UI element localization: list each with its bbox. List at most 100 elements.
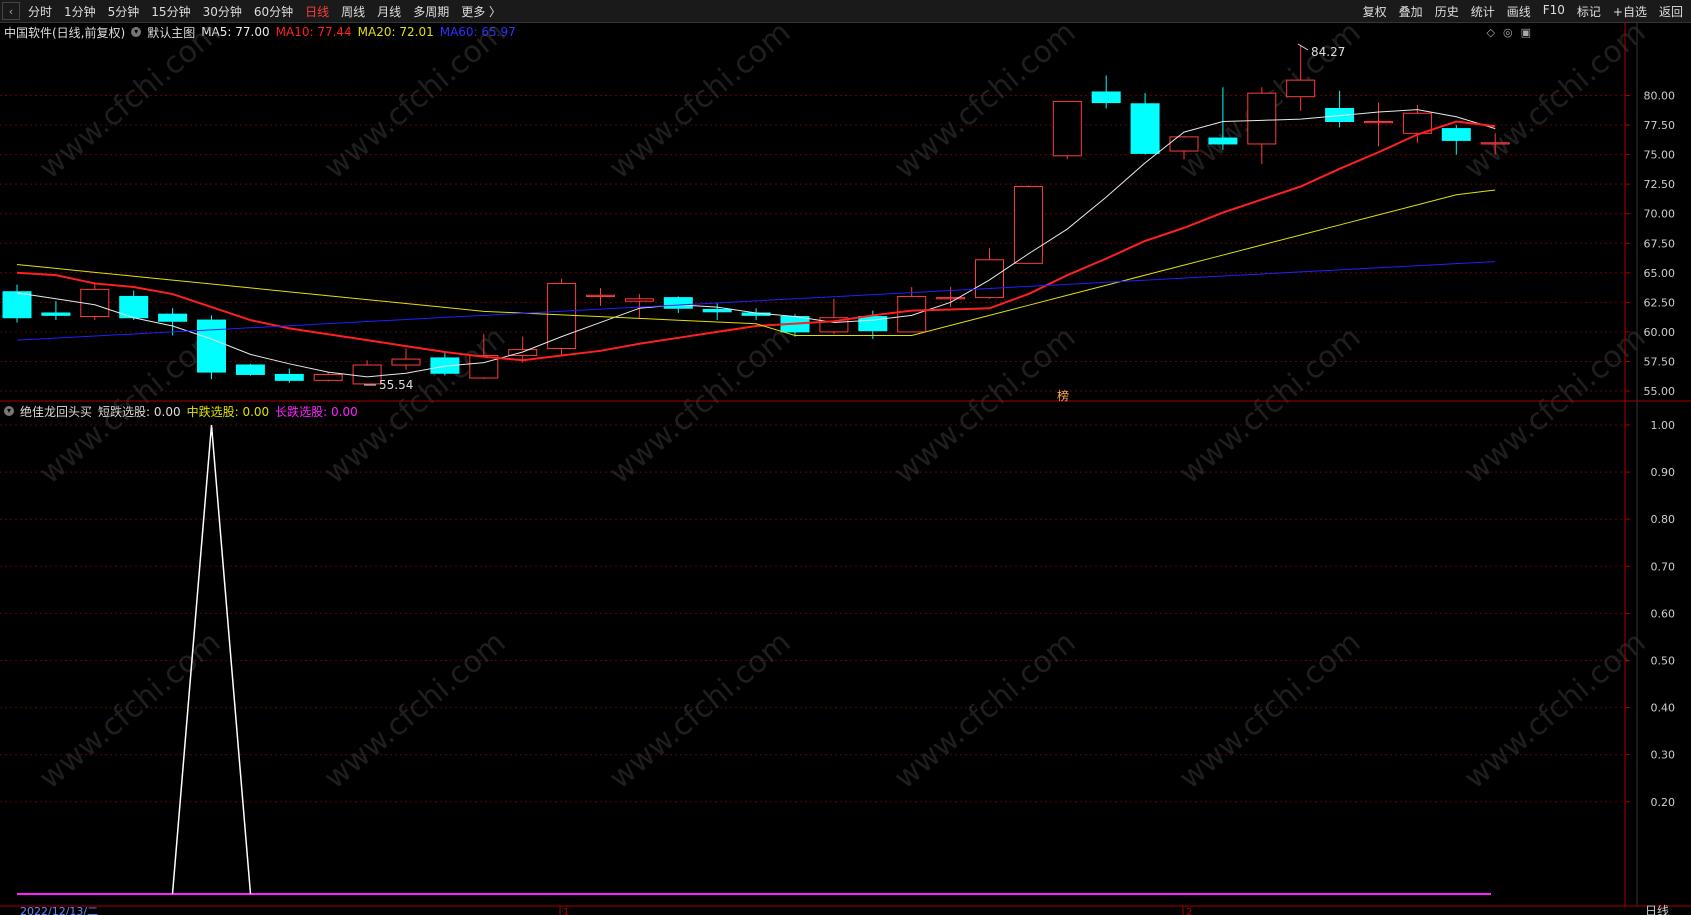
candle-body[interactable] — [975, 259, 1004, 299]
month-mark: 1 — [563, 907, 569, 915]
panel-icon[interactable]: ▣ — [1521, 26, 1531, 39]
main-chart-legend: 中国软件(日线,前复权) ▾ 默认主图 MA5: 77.00 MA10: 77.… — [4, 24, 522, 40]
candle-body[interactable] — [741, 312, 771, 316]
stock-title[interactable]: 中国软件(日线,前复权) — [4, 24, 125, 41]
toolbar-button-3[interactable]: 统计 — [1465, 3, 1501, 20]
watermark-text: www.cfchi.com — [603, 15, 798, 186]
watermark-text: www.cfchi.com — [603, 625, 798, 796]
y-tick-label: 62.50 — [1644, 296, 1676, 309]
period-tab-8[interactable]: 月线 — [371, 3, 407, 20]
period-tab-9[interactable]: 多周期 — [407, 3, 455, 20]
candle-body[interactable] — [819, 317, 849, 333]
period-tab-6[interactable]: 日线 — [299, 3, 335, 20]
candle-body[interactable] — [1130, 103, 1160, 154]
y-tick-label: 65.00 — [1644, 267, 1676, 280]
candle-body[interactable] — [858, 316, 888, 332]
candle-body[interactable] — [780, 316, 810, 333]
toolbar-button-4[interactable]: 画线 — [1501, 3, 1537, 20]
period-tab-7[interactable]: 周线 — [335, 3, 371, 20]
candle-body[interactable] — [1013, 186, 1043, 264]
candle-body[interactable] — [936, 297, 966, 300]
ma20-label: MA20: 72.01 — [357, 25, 434, 39]
candle-body[interactable] — [274, 373, 304, 381]
candle-body[interactable] — [197, 319, 226, 373]
toolbar-button-8[interactable]: 返回 — [1653, 3, 1689, 20]
y-tick-label: 0.30 — [1651, 749, 1676, 762]
candle-body[interactable] — [897, 295, 927, 333]
toggle-icon[interactable]: ▾ — [4, 406, 14, 416]
candle-body[interactable] — [430, 357, 460, 374]
candle-body[interactable] — [469, 355, 499, 379]
toolbar-button-2[interactable]: 历史 — [1429, 3, 1465, 20]
candle-body[interactable] — [1480, 142, 1510, 145]
period-tab-2[interactable]: 5分钟 — [102, 3, 146, 20]
candle-body[interactable] — [313, 373, 343, 381]
candle-body[interactable] — [1325, 108, 1355, 123]
period-tabs: ‹ 分时 1分钟 5分钟 15分钟 30分钟 60分钟 日线 周线 月线 多周期 更多 〉 — [0, 0, 507, 22]
ma20-line — [16, 189, 1496, 336]
toolbar-button-7[interactable]: +自选 — [1607, 3, 1653, 20]
candle-body[interactable] — [586, 294, 615, 297]
candle-body[interactable] — [508, 349, 538, 357]
candle-body[interactable] — [2, 291, 32, 319]
y-tick-label: 67.50 — [1644, 237, 1676, 250]
chart-corner-controls: ◇ ◎ ▣ — [1487, 26, 1531, 39]
y-tick-label: 0.90 — [1651, 466, 1676, 479]
y-tick-label: 77.50 — [1644, 119, 1676, 132]
watermark-text: www.cfchi.com — [1458, 625, 1653, 796]
period-tab-0[interactable]: 分时 — [22, 3, 58, 20]
indicator-name[interactable]: 默认主图 — [147, 24, 195, 41]
back-arrow-icon[interactable]: ‹ — [2, 2, 20, 20]
kline-chart[interactable]: www.cfchi.com www.cfchi.com www.cfchi.com w… — [0, 0, 1691, 915]
candle-body[interactable] — [41, 312, 71, 316]
period-tab-3[interactable]: 15分钟 — [145, 3, 196, 20]
short-value: 短跌选股: 0.00 — [98, 404, 181, 419]
candle-body[interactable] — [391, 358, 421, 366]
sub-indicator-name[interactable]: 绝佳龙回头买 — [20, 403, 92, 420]
candle-body[interactable] — [1052, 100, 1082, 157]
period-tab-5[interactable]: 60分钟 — [248, 3, 299, 20]
watermark-text: www.cfchi.com — [1173, 15, 1368, 186]
toggle-icon[interactable]: ▾ — [131, 27, 142, 37]
candle-body[interactable] — [119, 295, 149, 319]
watermark-text: www.cfchi.com — [888, 625, 1083, 796]
candle-body[interactable] — [352, 364, 382, 385]
y-tick-label: 55.00 — [1644, 385, 1676, 398]
board-marker[interactable]: 榜 — [1057, 388, 1069, 403]
candle-body[interactable] — [1169, 136, 1199, 152]
month-mark: 2 — [1186, 907, 1192, 915]
candle-body[interactable] — [702, 308, 732, 313]
candle-body[interactable] — [235, 364, 265, 375]
toolbar-button-1[interactable]: 叠加 — [1393, 3, 1429, 20]
right-toolbar: 复权 叠加 历史 统计 画线 F10 标记 +自选 返回 — [1357, 0, 1689, 22]
bottom-date: 2022/12/13/二 — [20, 905, 98, 915]
y-tick-label: 70.00 — [1644, 208, 1676, 221]
candle-body[interactable] — [80, 288, 110, 318]
y-tick-label: 0.20 — [1651, 796, 1676, 809]
y-tick-label: 0.80 — [1651, 513, 1676, 526]
candle-body[interactable] — [1286, 79, 1316, 98]
candle-body[interactable] — [547, 282, 577, 349]
candle-body[interactable] — [1247, 92, 1277, 145]
candle-body[interactable] — [624, 298, 654, 302]
ma60-label: MA60: 65.97 — [439, 25, 516, 39]
watermark-text: www.cfchi.com — [318, 625, 513, 796]
high-arrow — [1297, 43, 1309, 51]
toolbar-button-6[interactable]: 标记 — [1571, 3, 1607, 20]
candle-body[interactable] — [1441, 128, 1471, 141]
candle-body[interactable] — [1208, 137, 1238, 145]
period-tab-1[interactable]: 1分钟 — [58, 3, 102, 20]
candle-body[interactable] — [1364, 121, 1393, 124]
candle-body[interactable] — [158, 313, 188, 322]
candle-body[interactable] — [663, 297, 693, 309]
candle-body[interactable] — [1402, 112, 1432, 134]
short-spike-line — [171, 424, 252, 895]
candle-body[interactable] — [1091, 91, 1121, 104]
watermark-text: www.cfchi.com — [318, 15, 513, 186]
toolbar-button-0[interactable]: 复权 — [1357, 3, 1393, 20]
period-tab-4[interactable]: 30分钟 — [197, 3, 248, 20]
toolbar-button-5[interactable]: F10 — [1537, 3, 1571, 20]
diamond-icon[interactable]: ◇ — [1487, 26, 1495, 39]
settings-icon[interactable]: ◎ — [1503, 26, 1513, 39]
period-tab-10[interactable]: 更多 〉 — [455, 3, 507, 20]
